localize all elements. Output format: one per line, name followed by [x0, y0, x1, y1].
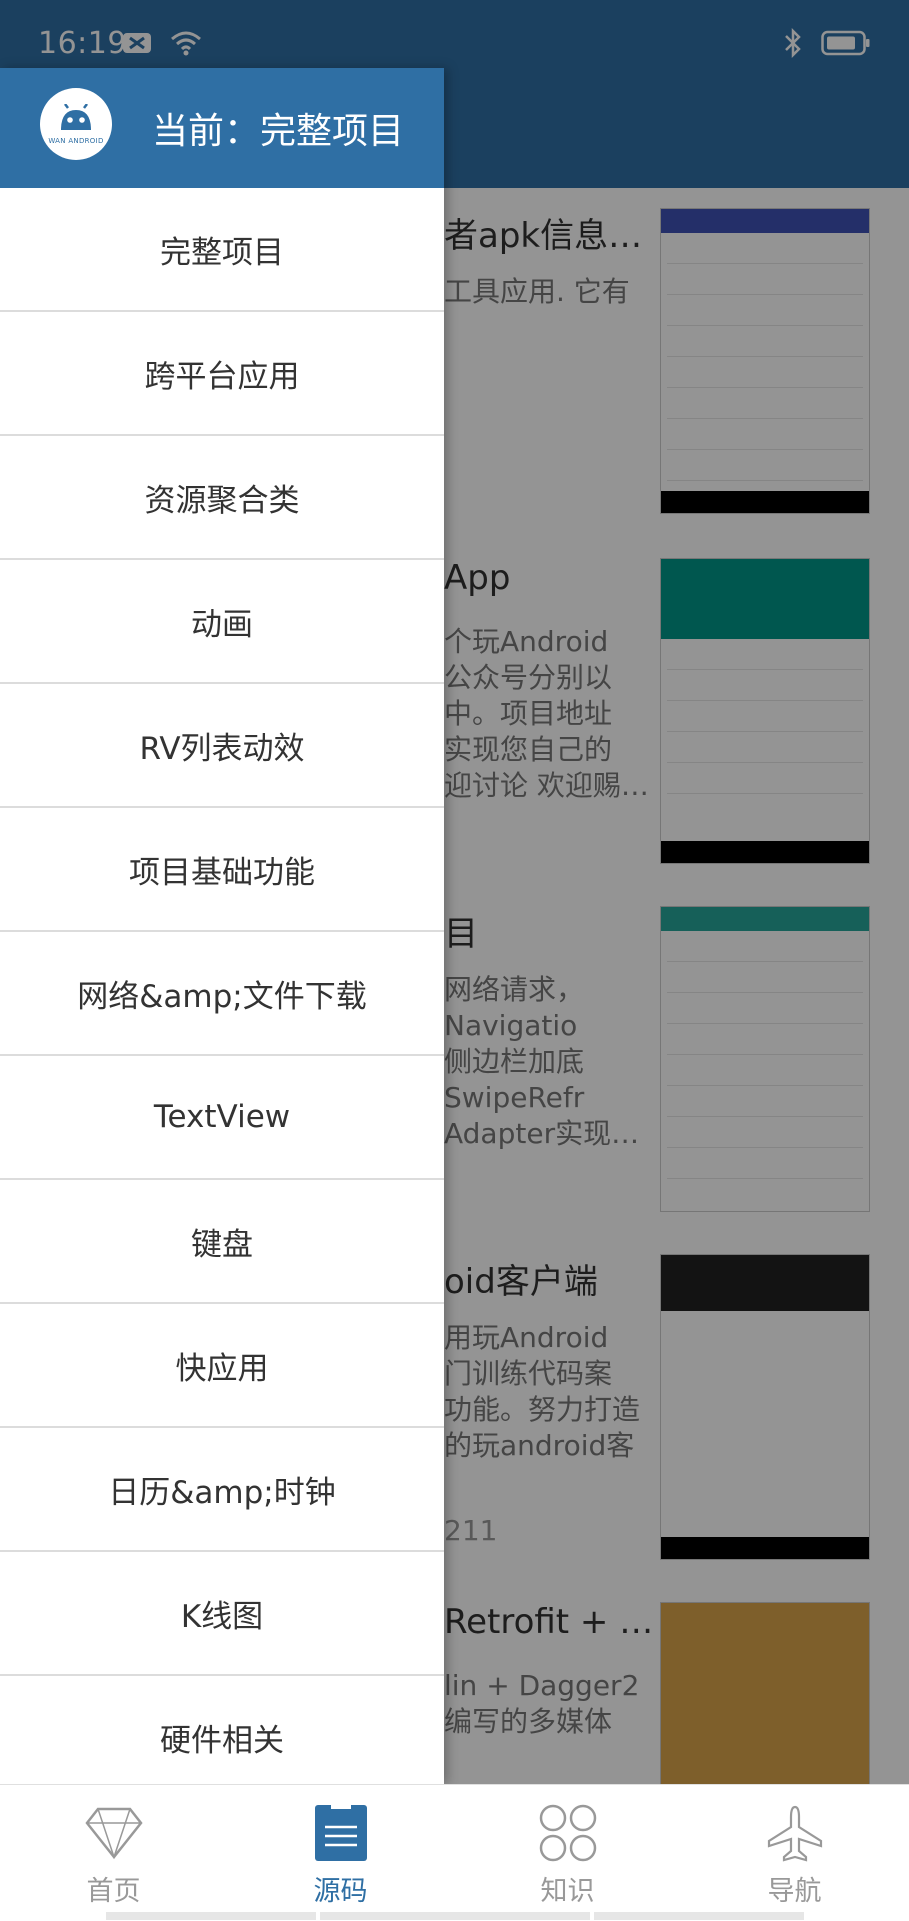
category-item[interactable]: 日历&amp;时钟	[0, 1428, 444, 1552]
logo-text: WAN ANDROID	[48, 136, 104, 145]
category-item[interactable]: 跨平台应用	[0, 312, 444, 436]
grid-circles-icon	[538, 1801, 598, 1865]
tab-source[interactable]: 源码	[227, 1785, 454, 1921]
category-item[interactable]: 键盘	[0, 1180, 444, 1304]
drawer-header: WAN ANDROID 当前：完整项目	[0, 68, 444, 188]
category-item[interactable]: 完整项目	[0, 188, 444, 312]
tab-label: 首页	[86, 1876, 141, 1907]
document-icon	[313, 1801, 369, 1865]
category-drawer: WAN ANDROID 当前：完整项目 完整项目 跨平台应用 资源聚合类 动画 …	[0, 68, 444, 1800]
tab-label: 源码	[313, 1876, 368, 1907]
category-item[interactable]: TextView	[0, 1056, 444, 1180]
drawer-title: 当前：完整项目	[152, 111, 405, 152]
category-item[interactable]: 动画	[0, 560, 444, 684]
diamond-icon	[84, 1801, 144, 1865]
tab-knowledge[interactable]: 知识	[454, 1785, 681, 1921]
nav-gesture-bar	[106, 1912, 316, 1920]
category-item[interactable]: RV列表动效	[0, 684, 444, 808]
category-item[interactable]: 硬件相关	[0, 1676, 444, 1800]
android-icon	[56, 102, 96, 136]
category-item[interactable]: 快应用	[0, 1304, 444, 1428]
nav-gesture-bar	[320, 1912, 590, 1920]
category-item[interactable]: 网络&amp;文件下载	[0, 932, 444, 1056]
tab-label: 导航	[767, 1876, 822, 1907]
category-item[interactable]: 项目基础功能	[0, 808, 444, 932]
category-list: 完整项目 跨平台应用 资源聚合类 动画 RV列表动效 项目基础功能 网络&amp…	[0, 188, 444, 1800]
nav-gesture-bar	[594, 1912, 804, 1920]
tab-navigation[interactable]: 导航	[681, 1785, 908, 1921]
tab-label: 知识	[540, 1876, 595, 1907]
bottom-navigation: 首页 源码 知识 导航	[0, 1784, 909, 1921]
tab-home[interactable]: 首页	[0, 1785, 227, 1921]
category-item[interactable]: 资源聚合类	[0, 436, 444, 560]
airplane-icon	[765, 1801, 825, 1865]
category-item[interactable]: K线图	[0, 1552, 444, 1676]
app-logo[interactable]: WAN ANDROID	[40, 88, 112, 160]
